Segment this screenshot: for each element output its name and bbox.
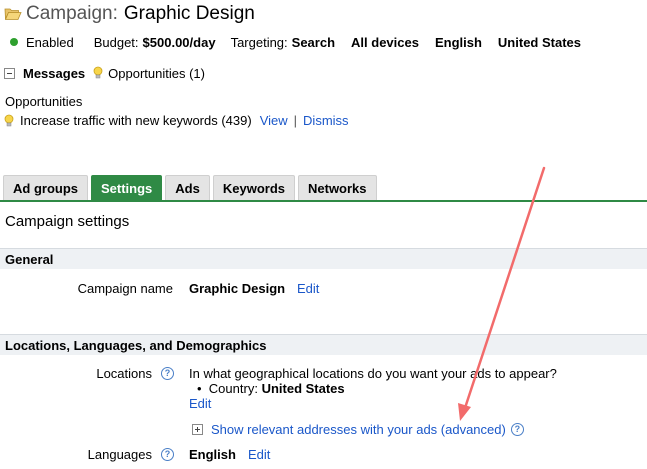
campaign-settings-heading: Campaign settings <box>5 213 130 230</box>
dismiss-opportunity-link[interactable]: Dismiss <box>303 113 349 128</box>
opportunities-title: Opportunities <box>5 94 83 109</box>
expand-icon[interactable] <box>192 424 203 435</box>
opportunity-text: Increase traffic with new keywords (439) <box>20 113 252 128</box>
link-separator: | <box>293 113 298 128</box>
tab-ads[interactable]: Ads <box>165 175 210 200</box>
tab-keywords[interactable]: Keywords <box>212 175 295 200</box>
opportunities-count[interactable]: Opportunities (1) <box>108 66 205 81</box>
addresses-help-icon[interactable]: ? <box>510 423 524 436</box>
edit-locations-link[interactable]: Edit <box>189 396 211 411</box>
status-enabled[interactable]: Enabled <box>26 35 74 50</box>
view-opportunity-link[interactable]: View <box>260 113 288 128</box>
enabled-status-dot-icon <box>10 38 18 46</box>
edit-languages-link[interactable]: Edit <box>248 447 270 462</box>
open-folder-icon <box>4 8 22 20</box>
edit-campaign-name-link[interactable]: Edit <box>297 281 319 296</box>
tab-underline <box>0 200 647 202</box>
country-label: Country: <box>208 381 258 396</box>
campaign-name-label: Campaign name <box>77 281 173 296</box>
messages-bar: Messages Opportunities (1) <box>4 64 205 82</box>
title-prefix: Campaign: <box>26 3 118 24</box>
targeting-label: Targeting: <box>230 34 288 50</box>
tab-settings[interactable]: Settings <box>91 175 163 200</box>
campaign-title: Campaign: Graphic Design <box>4 2 255 26</box>
languages-value: English <box>189 447 236 462</box>
targeting-language: English <box>434 34 482 50</box>
budget-value[interactable]: $500.00/day <box>143 35 216 50</box>
show-relevant-addresses-link[interactable]: Show relevant addresses with your ads (a… <box>211 422 506 437</box>
languages-help-icon[interactable]: ? <box>161 448 174 461</box>
show-addresses-row: Show relevant addresses with your ads (a… <box>192 422 524 437</box>
locations-label: Locations <box>96 366 152 381</box>
country-list-item: • Country: United States <box>197 381 345 396</box>
general-section-header: General <box>0 248 647 269</box>
languages-label: Languages <box>87 447 152 462</box>
lightbulb-icon <box>4 114 14 126</box>
campaign-status-bar: Enabled Budget: $500.00/day Targeting: S… <box>10 33 581 51</box>
messages-label[interactable]: Messages <box>23 66 85 81</box>
targeting-network: Search <box>291 34 336 50</box>
tab-ad-groups[interactable]: Ad groups <box>3 175 88 200</box>
locations-help-icon[interactable]: ? <box>161 367 174 380</box>
budget-label: Budget: <box>93 34 139 50</box>
locations-section-header: Locations, Languages, and Demographics <box>0 334 647 355</box>
opportunity-item: Increase traffic with new keywords (439)… <box>4 113 349 128</box>
campaign-tabs: Ad groups Settings Ads Keywords Networks <box>3 175 380 200</box>
campaign-name-title: Graphic Design <box>123 3 255 24</box>
campaign-name-value: Graphic Design <box>189 281 286 296</box>
lightbulb-icon <box>93 66 103 79</box>
country-value: United States <box>261 381 345 396</box>
locations-question: In what geographical locations do you wa… <box>189 366 557 381</box>
tab-networks[interactable]: Networks <box>298 175 377 200</box>
bullet-icon: • <box>197 381 206 396</box>
targeting-location: United States <box>497 34 581 50</box>
targeting-devices: All devices <box>351 34 419 50</box>
collapse-messages-icon[interactable] <box>4 67 15 79</box>
